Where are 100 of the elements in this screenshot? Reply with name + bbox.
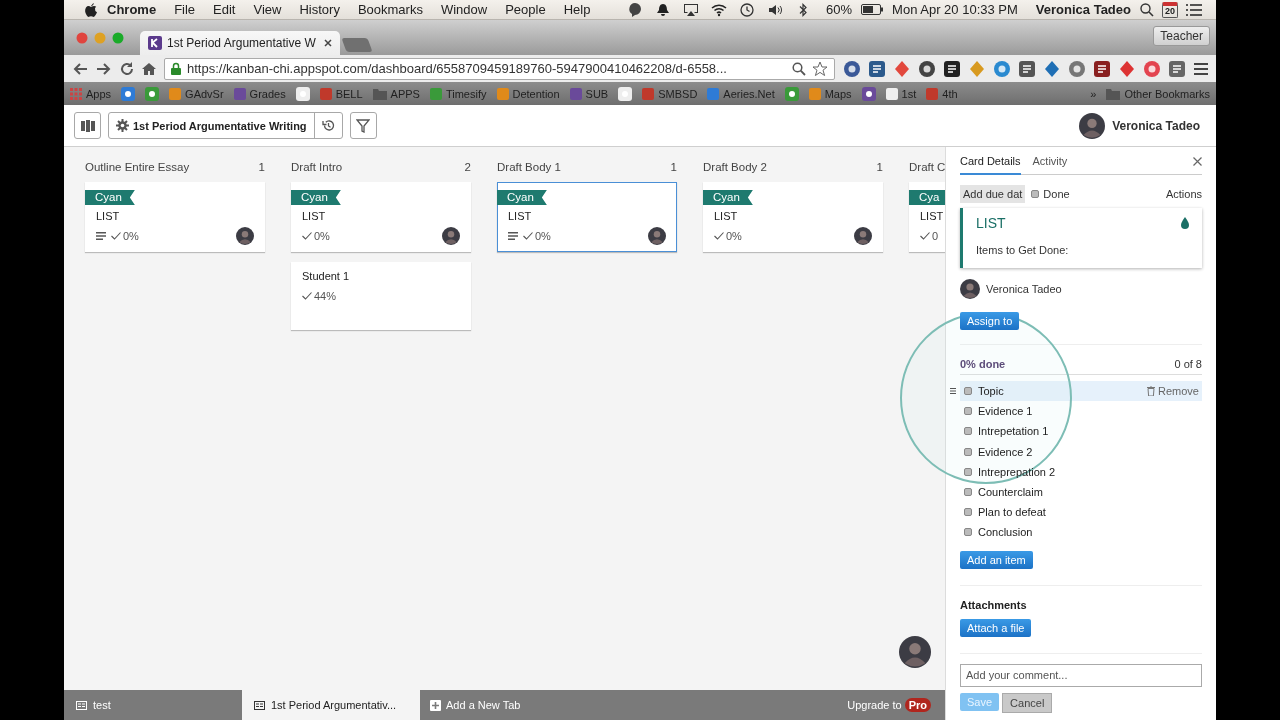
bookmark-icon[interactable] — [145, 86, 160, 101]
bookmark[interactable]: SMBSD — [642, 87, 698, 100]
menubar-clock[interactable]: Mon Apr 20 10:33 PM — [883, 2, 1027, 17]
boards-button[interactable] — [74, 112, 101, 139]
wifi-icon[interactable] — [711, 1, 728, 18]
card[interactable]: Student 1 44% — [291, 262, 471, 330]
checkbox[interactable] — [964, 508, 972, 517]
checklist-item-label[interactable]: Intreprepation 2 — [978, 465, 1056, 478]
extension-icon[interactable] — [868, 59, 886, 78]
bookmark[interactable]: Timesify — [429, 87, 487, 100]
checklist-item-label[interactable]: Evidence 2 — [978, 445, 1033, 458]
checklist-item-label[interactable]: Intrepetation 1 — [978, 425, 1049, 438]
panel-tab[interactable]: Activity — [1032, 155, 1068, 175]
apple-icon[interactable] — [84, 1, 98, 18]
remove-button[interactable]: Remove — [1147, 385, 1202, 398]
bookmark-icon[interactable] — [618, 86, 633, 101]
search-icon[interactable] — [792, 61, 806, 76]
close-icon[interactable] — [1193, 157, 1202, 166]
chat-bubble-icon[interactable] — [627, 1, 644, 18]
close-icon[interactable] — [324, 39, 332, 47]
clock-icon[interactable] — [739, 1, 756, 18]
add-tab-button[interactable]: Add a New Tab — [420, 690, 531, 720]
checklist-item-label[interactable]: Counterclaim — [978, 486, 1043, 499]
card[interactable]: Cyan LIST 0% — [291, 182, 471, 252]
bookmarks-overflow[interactable]: » — [1090, 87, 1097, 100]
address-bar[interactable]: https://kanban-chi.appspot.com/dashboard/6558709459189760-5947900410462208/d-6558... — [164, 57, 835, 80]
bell-icon[interactable] — [655, 1, 672, 18]
user-name[interactable]: Veronica Tadeo — [1112, 118, 1200, 133]
home-icon[interactable] — [142, 61, 156, 76]
pro-badge[interactable]: Pro — [904, 698, 931, 712]
bookmark-icon[interactable] — [861, 86, 876, 101]
checkbox[interactable] — [964, 528, 972, 537]
drag-handle-icon[interactable] — [950, 388, 956, 394]
checklist-item-label[interactable]: Evidence 1 — [978, 405, 1033, 418]
done-checkbox[interactable] — [1031, 190, 1040, 198]
card[interactable]: Cya LIST 0 — [909, 182, 945, 252]
bookmark-icon[interactable] — [784, 86, 799, 101]
bookmark[interactable]: Other Bookmarks — [1106, 87, 1210, 100]
bookmark[interactable]: 4th — [926, 87, 958, 100]
profile-button[interactable]: Teacher — [1153, 26, 1210, 46]
bookmark[interactable]: Aeries.Net — [707, 87, 775, 100]
checkbox[interactable] — [964, 407, 972, 416]
menu-item[interactable]: File — [165, 2, 205, 17]
bookmark[interactable]: 1st — [885, 87, 917, 100]
upgrade-link[interactable]: Upgrade to — [847, 699, 902, 711]
checklist-item-label[interactable]: Conclusion — [978, 526, 1033, 539]
add-item-button[interactable]: Add an item — [960, 550, 1033, 569]
menu-icon[interactable] — [1194, 62, 1208, 75]
due-date-button[interactable]: Add due dat — [960, 185, 1026, 203]
comment-field[interactable]: Add your comment... — [960, 663, 1202, 687]
bookmark[interactable]: Apps — [70, 87, 112, 100]
star-icon[interactable] — [812, 60, 828, 77]
extension-icon[interactable] — [1018, 59, 1036, 78]
checklist-item-label[interactable]: Plan to defeat — [978, 506, 1046, 519]
bookmark[interactable]: SUB — [569, 87, 609, 100]
card[interactable]: Cyan LIST 0% — [703, 182, 883, 252]
app-menu[interactable]: Chrome — [98, 2, 166, 17]
bookmark[interactable]: GAdvSr — [169, 87, 224, 100]
menu-item[interactable]: Bookmarks — [348, 2, 432, 17]
menu-item[interactable]: Edit — [204, 2, 245, 17]
bookmark[interactable]: Detention — [496, 87, 560, 100]
checkbox[interactable] — [964, 387, 972, 396]
bookmark-icon[interactable] — [295, 86, 310, 101]
battery-icon[interactable] — [861, 4, 884, 15]
extension-icon[interactable] — [918, 59, 936, 78]
attach-file-button[interactable]: Attach a file — [960, 618, 1032, 637]
panel-tab[interactable]: Card Details — [960, 155, 1021, 175]
checkbox[interactable] — [964, 488, 972, 497]
board-tab[interactable]: 1st Period Argumentativ... — [242, 690, 420, 720]
bookmark[interactable]: Grades — [233, 87, 286, 100]
bookmark[interactable]: BELL — [319, 87, 363, 100]
menu-item[interactable]: Help — [554, 2, 600, 17]
filter-button[interactable] — [349, 112, 377, 139]
browser-tab[interactable]: 1st Period Argumentative W — [140, 31, 340, 55]
forward-icon[interactable] — [96, 61, 112, 76]
card[interactable]: Cyan LIST 0% — [497, 182, 677, 252]
menu-item[interactable]: Window — [431, 2, 497, 17]
checkbox[interactable] — [964, 467, 972, 476]
extension-icon[interactable] — [943, 59, 961, 78]
checkbox[interactable] — [964, 427, 972, 436]
bookmark[interactable]: Maps — [808, 87, 852, 100]
menu-item[interactable]: People — [496, 2, 555, 17]
extension-icon[interactable] — [1093, 59, 1111, 78]
card[interactable]: Cyan LIST 0% — [85, 182, 265, 252]
bookmark[interactable]: APPS — [372, 87, 420, 100]
search-icon[interactable] — [1140, 2, 1154, 17]
airplay-icon[interactable] — [683, 1, 700, 18]
drop-icon[interactable] — [1180, 217, 1190, 229]
back-icon[interactable] — [72, 61, 88, 76]
menu-icon[interactable] — [1186, 3, 1202, 16]
bookmark-icon[interactable] — [121, 86, 136, 101]
menubar-user[interactable]: Veronica Tadeo — [1026, 2, 1140, 17]
cancel-button[interactable]: Cancel — [1002, 692, 1053, 713]
reload-icon[interactable] — [120, 61, 134, 76]
actions-menu[interactable]: Actions — [1165, 188, 1202, 200]
board-tab[interactable]: test — [64, 690, 242, 720]
menu-item[interactable]: History — [290, 2, 349, 17]
extension-icon[interactable] — [843, 59, 861, 78]
menu-item[interactable]: View — [244, 2, 291, 17]
assign-button[interactable]: Assign to — [960, 312, 1020, 330]
